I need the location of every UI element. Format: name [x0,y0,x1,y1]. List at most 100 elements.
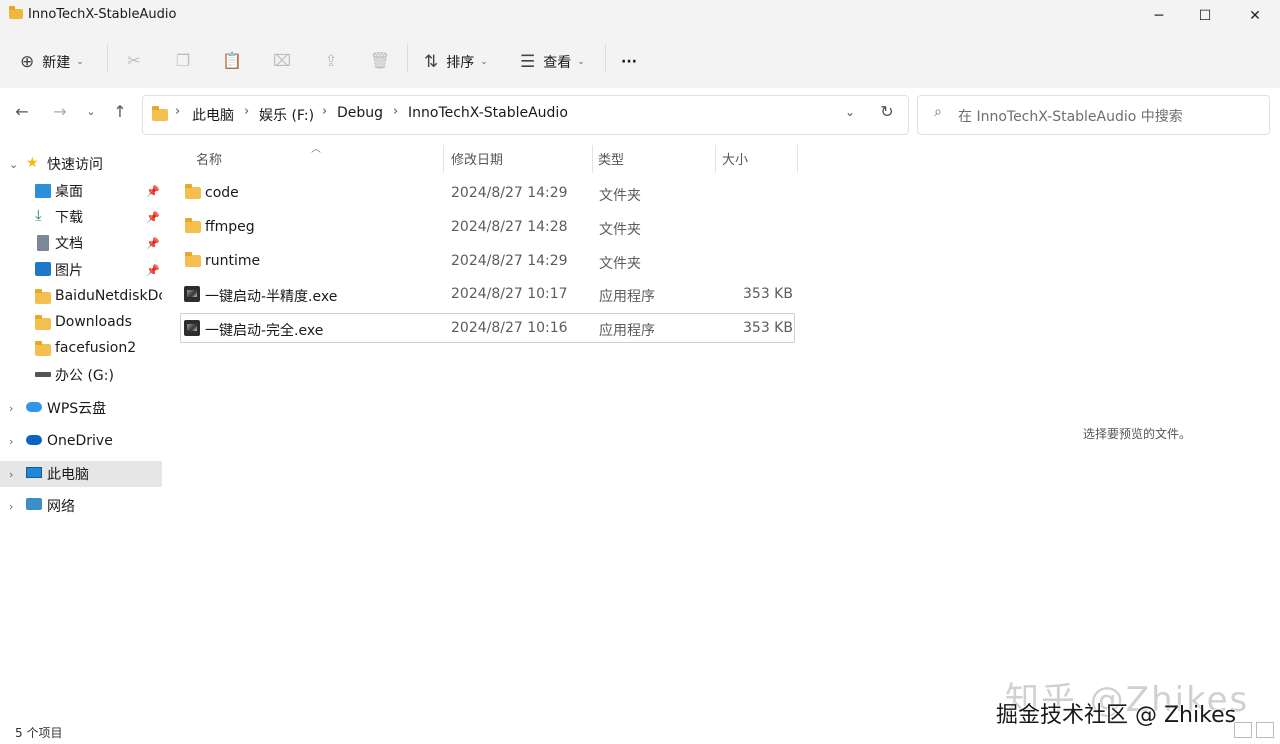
divider [605,44,606,72]
column-header-date[interactable]: 修改日期 [451,149,503,168]
sidebar-item-label: Downloads [55,314,132,330]
minimize-button[interactable]: ─ [1136,0,1182,32]
chevron-right-icon: › [9,401,14,415]
chevron-right-icon: › [9,499,14,513]
pin-icon: 📌 [146,210,160,224]
view-button[interactable]: ☰ 查看 ⌄ [520,44,585,80]
divider [407,44,408,72]
file-date: 2024/8/27 10:17 [451,286,568,302]
file-date: 2024/8/27 14:28 [451,219,568,235]
watermark-juejin: 掘金技术社区 @ Zhikes [996,703,1237,728]
column-divider[interactable] [592,145,593,173]
sidebar-item-documents[interactable]: 文档 📌 [0,230,162,256]
sort-icon: ⇅ [424,52,439,72]
file-size: 353 KB [743,320,793,336]
window-title: InnoTechX-StableAudio [28,7,177,22]
sidebar-item-desktop[interactable]: 桌面 📌 [0,178,162,204]
column-header-size[interactable]: 大小 [722,149,748,168]
file-row-runtime[interactable]: runtime 2024/8/27 14:29 文件夹 [180,245,794,277]
file-row-exe-half[interactable]: 一键启动-半精度.exe 2024/8/27 10:17 应用程序 353 KB [180,278,794,310]
folder-icon [35,289,51,304]
star-icon: ★ [26,155,39,171]
file-name: runtime [205,253,261,269]
folder-icon [185,184,201,199]
paste-icon[interactable]: 📋 [221,50,243,72]
breadcrumb-current[interactable]: InnoTechX-StableAudio [408,105,568,121]
sidebar-item-downloads[interactable]: ⤓ 下载 📌 [0,204,162,230]
chevron-right-icon[interactable]: › [322,104,327,119]
sidebar-item-baidunetdisk[interactable]: BaiduNetdiskDc [0,283,162,309]
view-label: 查看 [543,55,572,71]
sidebar-item-label: BaiduNetdiskDc [55,288,162,304]
refresh-icon[interactable]: ↻ [877,102,897,122]
sidebar-item-label: 文档 [55,236,83,252]
recent-chevron-icon[interactable]: ⌄ [81,102,101,122]
cloud-icon [26,402,42,412]
sidebar-network[interactable]: › 网络 [0,493,162,519]
folder-icon [185,218,201,233]
column-divider[interactable] [715,145,716,173]
sidebar-item-label: WPS云盘 [47,401,107,417]
tiles-view-button[interactable] [1256,722,1274,738]
share-icon[interactable]: ⇪ [320,50,342,72]
more-button[interactable]: ··· [621,44,637,80]
sidebar-onedrive[interactable]: › OneDrive [0,428,162,454]
breadcrumb-drive-f[interactable]: 娱乐 (F:) [259,105,314,125]
pin-icon: 📌 [146,184,160,198]
sidebar-wps-cloud[interactable]: › WPS云盘 [0,395,162,421]
pin-icon: 📌 [146,263,160,277]
computer-icon [26,467,42,478]
copy-icon[interactable]: ❐ [172,50,194,72]
sidebar-item-drive-g[interactable]: 办公 (G:) [0,362,162,388]
column-header-name[interactable]: 名称 [196,149,222,168]
file-row-code[interactable]: code 2024/8/27 14:29 文件夹 [180,177,794,209]
exe-icon [184,320,200,336]
new-button[interactable]: ⊕ 新建 ⌄ [20,44,84,80]
forward-icon[interactable]: → [50,102,70,122]
folder-icon [35,341,51,356]
column-header-type[interactable]: 类型 [598,149,624,168]
column-divider[interactable] [443,145,444,173]
plus-circle-icon: ⊕ [20,52,35,72]
cut-icon[interactable]: ✂ [123,50,145,72]
sidebar-item-label: 快速访问 [47,157,103,173]
folder-icon [9,6,23,19]
back-icon[interactable]: ← [12,102,32,122]
onedrive-icon [26,435,42,445]
sidebar-quick-access[interactable]: ⌄ ★ 快速访问 [0,151,162,177]
chevron-right-icon[interactable]: › [393,104,398,119]
file-type: 文件夹 [599,188,641,204]
delete-icon[interactable]: 🗑 [369,50,391,72]
details-view-button[interactable] [1234,722,1252,738]
breadcrumb-debug[interactable]: Debug [337,105,383,121]
sidebar-item-label: 此电脑 [47,467,89,483]
file-name: ffmpeg [205,219,255,235]
sidebar-item-pictures[interactable]: 图片 📌 [0,257,162,283]
rename-icon[interactable]: ⌧ [271,50,293,72]
sidebar-item-downloads-folder[interactable]: Downloads [0,309,162,335]
file-name: 一键启动-半精度.exe [205,289,338,305]
file-row-ffmpeg[interactable]: ffmpeg 2024/8/27 14:28 文件夹 [180,211,794,243]
address-dropdown-icon[interactable]: ⌄ [840,102,860,122]
up-icon[interactable]: ↑ [110,102,130,122]
file-row-exe-full[interactable]: 一键启动-完全.exe 2024/8/27 10:16 应用程序 353 KB [180,313,795,343]
chevron-right-icon[interactable]: › [244,104,249,119]
sidebar-item-facefusion2[interactable]: facefusion2 [0,335,162,361]
sidebar-item-label: 桌面 [55,184,83,200]
drive-icon [35,372,51,377]
close-button[interactable]: ✕ [1232,0,1278,32]
chevron-down-icon: ⌄ [577,57,585,67]
sidebar-this-pc[interactable]: › 此电脑 [0,461,162,487]
chevron-down-icon: ⌄ [76,57,84,67]
divider [107,44,108,72]
maximize-button[interactable]: ☐ [1182,0,1228,32]
title-bar [0,0,1280,32]
file-type: 应用程序 [599,289,655,305]
sort-button[interactable]: ⇅ 排序 ⌄ [424,44,488,80]
network-icon [26,498,42,510]
breadcrumb-this-pc[interactable]: 此电脑 [192,105,234,125]
document-icon [37,235,49,251]
chevron-right-icon[interactable]: › [175,104,180,119]
sidebar-item-label: 下载 [55,210,83,226]
column-divider[interactable] [797,145,798,173]
